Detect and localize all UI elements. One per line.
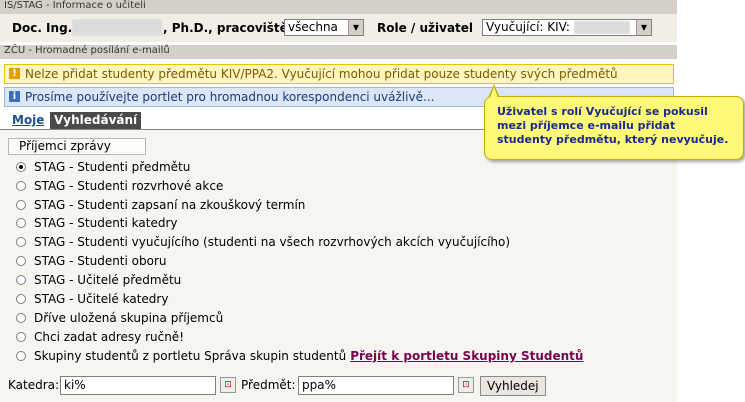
recipient-option-label: STAG - Studenti předmětu [34, 160, 191, 174]
radio-button[interactable] [16, 275, 26, 285]
radio-button[interactable] [16, 351, 26, 361]
tab-moje[interactable]: Moje [8, 112, 48, 130]
chevron-down-icon: ▼ [348, 20, 363, 35]
portlet-title-teacher-info: IS/STAG - Informace o učiteli [0, 0, 677, 14]
recipient-option-label: STAG - Učitelé předmětu [34, 273, 182, 287]
search-button[interactable]: Vyhledej [480, 376, 546, 396]
annotation-callout-text: Uživatel s rolí Vyučující se pokusil mez… [497, 105, 729, 146]
recipient-option-label: STAG - Studenti zapsaní na zkouškový ter… [34, 198, 306, 212]
radio-button[interactable] [16, 200, 26, 210]
teacher-name-suffix: , Ph.D., pracoviště [163, 21, 288, 35]
radio-button[interactable] [16, 256, 26, 266]
info-icon: i [9, 91, 20, 102]
radio-button[interactable] [16, 332, 26, 342]
recipient-option-label: Skupiny studentů z portletu Správa skupi… [34, 349, 347, 363]
redacted-role [574, 21, 630, 34]
radio-button[interactable] [16, 181, 26, 191]
predmet-label: Předmět: [241, 378, 296, 392]
chevron-down-icon: ▼ [636, 20, 651, 35]
radio-button[interactable] [16, 313, 26, 323]
redacted-name [72, 19, 162, 36]
radio-button[interactable] [16, 237, 26, 247]
predmet-input[interactable]: ppa% [298, 376, 454, 395]
tab-vyhledavani[interactable]: Vyhledávání [50, 112, 142, 130]
annotation-callout: Uživatel s rolí Vyučující se pokusil mez… [484, 96, 744, 160]
katedra-picker-icon[interactable]: ⊡ [220, 377, 236, 393]
teacher-name-prefix: Doc. Ing. [12, 21, 73, 35]
recipient-option-label: Dříve uložená skupina příjemců [34, 311, 224, 325]
recipient-option-label: STAG - Studenti vyučujícího (studenti na… [34, 235, 511, 249]
recipient-option-label: STAG - Učitelé katedry [34, 292, 169, 306]
katedra-label: Katedra: [8, 378, 60, 392]
recipient-option-label: Chci zadat adresy ručně! [34, 330, 184, 344]
warning-icon: ! [9, 68, 20, 79]
radio-button[interactable] [16, 294, 26, 304]
predmet-picker-icon[interactable]: ⊡ [458, 377, 474, 393]
portlet-title-mass-mail: ZČU - Hromadné posílání e-mailů [0, 45, 677, 59]
recipient-option-label: STAG - Studenti oboru [34, 254, 167, 268]
recipient-option-label: STAG - Studenti rozvrhové akce [34, 179, 224, 193]
teacher-info-row: Doc. Ing. , Ph.D., pracoviště všechna ▼ … [0, 14, 677, 42]
radio-button-selected[interactable] [16, 162, 26, 172]
workplace-select-value: všechna [288, 20, 338, 34]
role-select-value: Vyučující: KIV: [486, 20, 570, 34]
info-message-text: Prosíme používejte portlet pro hromadnou… [25, 90, 435, 104]
callout-pointer-fill [490, 87, 498, 98]
katedra-input[interactable]: ki% [60, 376, 216, 395]
recipient-option-label: STAG - Studenti katedry [34, 216, 178, 230]
role-label: Role / uživatel [377, 21, 474, 35]
recipients-legend: Příjemci zprávy [8, 138, 146, 155]
recipient-option-groups: Skupiny studentů z portletu Správa skupi… [34, 347, 583, 365]
workplace-select[interactable]: všechna ▼ [284, 19, 364, 36]
groups-portlet-link[interactable]: Přejít k portletu Skupiny Studentů [350, 349, 583, 363]
radio-button[interactable] [16, 218, 26, 228]
warning-message-text: Nelze přidat studenty předmětu KIV/PPA2.… [25, 67, 618, 81]
warning-message: ! Nelze přidat studenty předmětu KIV/PPA… [4, 64, 674, 84]
